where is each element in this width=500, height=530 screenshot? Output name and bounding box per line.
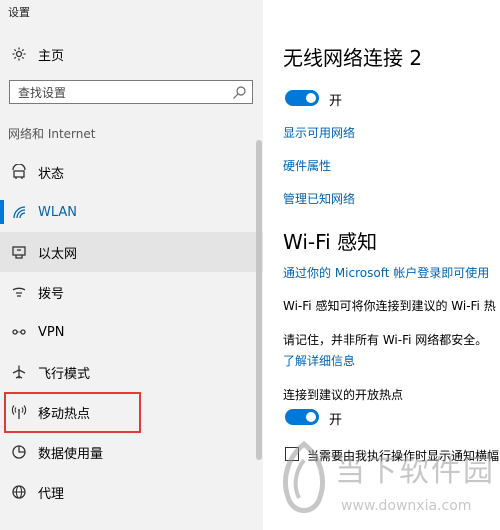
show-available-networks-link[interactable]: 显示可用网络 [283,124,355,141]
ethernet-icon [10,243,28,261]
search-box[interactable] [9,80,253,104]
search-input[interactable] [16,82,220,104]
wifi-sense-description: Wi-Fi 感知可将你连接到建议的 Wi-Fi 热 [283,299,496,313]
sidebar-item-dialup[interactable]: 拨号 [0,272,263,312]
learn-more-link[interactable]: 了解详细信息 [283,352,355,369]
sidebar-item-label: VPN [38,324,65,340]
sidebar-item-vpn[interactable]: VPN [0,312,263,352]
vpn-icon [10,323,28,341]
dialup-icon [10,283,28,301]
toggle-knob [306,412,316,422]
open-hotspot-toggle-label: 开 [329,413,343,428]
open-hotspot-toggle[interactable] [285,409,319,425]
annotation-highlight-box [4,392,141,433]
microsoft-login-link[interactable]: 通过你的 Microsoft 帐户登录即可使用 [283,264,489,281]
wifi-sense-heading: Wi-Fi 感知 [283,230,378,254]
sidebar-item-wlan[interactable]: WLAN [0,192,263,232]
hardware-properties-link[interactable]: 硬件属性 [283,157,331,174]
sidebar-item-label: 以太网 [38,246,78,262]
gear-icon [10,45,28,63]
page-title: 无线网络连接 2 [283,46,423,70]
sidebar-item-label: WLAN [38,204,78,220]
security-note: 请记住，并非所有 Wi-Fi 网络都安全。 [283,333,488,347]
sidebar: 设置 主页 网络和 Internet 状态 WLAN 以太网 [0,0,263,530]
toggle-knob [306,93,316,103]
notification-banner-label: 当需要由我执行操作时显示通知横幅 [307,449,500,463]
open-hotspot-label: 连接到建议的开放热点 [283,388,404,402]
status-icon [10,163,28,181]
notification-banner-checkbox[interactable] [285,447,299,461]
sidebar-item-data-usage[interactable]: 数据使用量 [0,432,263,472]
sidebar-item-label: 代理 [38,486,65,502]
search-icon[interactable] [230,84,248,102]
data-usage-icon [10,443,28,461]
sidebar-item-label: 数据使用量 [38,446,104,462]
window-title: 设置 [8,6,30,19]
wifi-toggle-label: 开 [329,94,343,109]
globe-icon [10,483,28,501]
manage-known-networks-link[interactable]: 管理已知网络 [283,190,355,207]
sidebar-scrollbar[interactable] [256,140,262,460]
sidebar-item-ethernet[interactable]: 以太网 [0,232,263,272]
sidebar-item-label: 状态 [38,166,65,182]
home-link[interactable]: 主页 [10,44,64,64]
home-label: 主页 [38,48,65,64]
sidebar-item-label: 拨号 [38,286,65,302]
airplane-icon [10,363,28,381]
sidebar-item-status[interactable]: 状态 [0,152,263,192]
wifi-toggle[interactable] [285,90,319,106]
wifi-icon [10,203,28,221]
sidebar-item-proxy[interactable]: 代理 [0,472,263,512]
sidebar-item-airplane[interactable]: 飞行模式 [0,352,263,392]
section-label: 网络和 Internet [8,127,96,141]
sidebar-item-label: 飞行模式 [38,366,91,382]
main-panel: 无线网络连接 2 开 显示可用网络 硬件属性 管理已知网络 Wi-Fi 感知 通… [263,0,500,530]
